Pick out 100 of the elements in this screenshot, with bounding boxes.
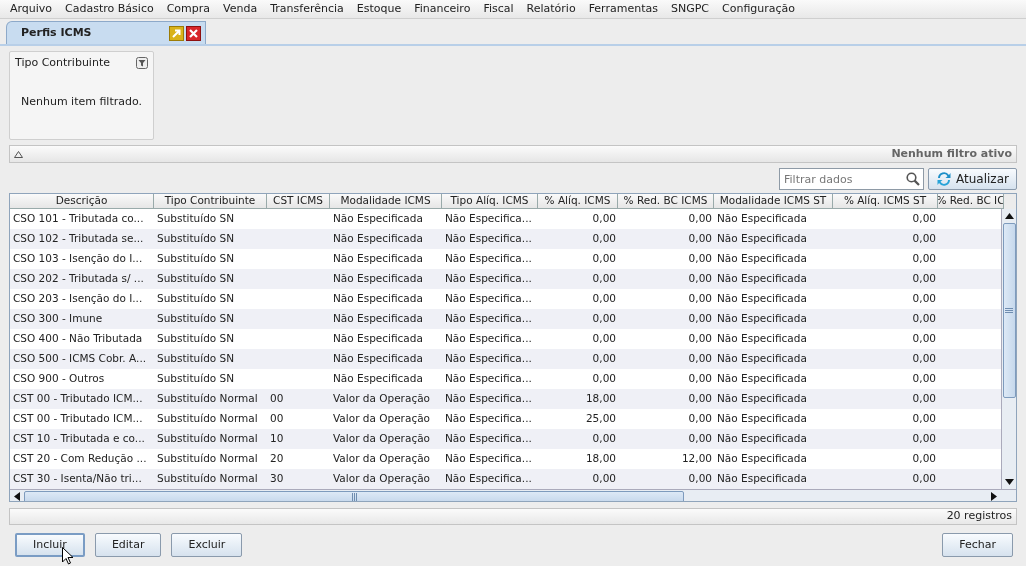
action-button[interactable]: Editar — [94, 533, 162, 557]
table-cell: Substituído Normal — [157, 391, 258, 407]
table-cell: Não Especifica... — [445, 411, 532, 427]
table-cell: Não Especificada — [333, 331, 423, 347]
table-cell: CST 00 - Tributado ICM... — [13, 391, 143, 407]
table-cell: 0,00 — [912, 371, 936, 387]
table-cell: 0,00 — [688, 411, 712, 427]
table-cell: Não Especifica... — [445, 471, 532, 487]
table-cell: Não Especificada — [333, 271, 423, 287]
table-cell: 0,00 — [688, 331, 712, 347]
table-cell: Valor da Operação — [333, 471, 430, 487]
menu-item[interactable]: Estoque — [356, 0, 402, 18]
table-cell: Substituído SN — [157, 331, 235, 347]
horizontal-scrollbar[interactable] — [10, 489, 1016, 501]
table-cell: Substituído Normal — [157, 431, 258, 447]
close-icon[interactable] — [186, 25, 201, 41]
action-button[interactable]: Incluir — [15, 533, 85, 557]
menu-item[interactable]: Venda — [223, 0, 258, 18]
table-cell: 0,00 — [688, 471, 712, 487]
table-cell: Substituído Normal — [157, 411, 258, 427]
column-header[interactable]: Descrição — [10, 194, 154, 209]
table-cell: CSO 900 - Outros — [13, 371, 105, 387]
table-cell: CST 10 - Tributada e co... — [13, 431, 145, 447]
filter-icon[interactable] — [136, 57, 148, 70]
table-cell: CSO 103 - Isenção do I... — [13, 251, 143, 267]
table-cell: Não Especifica... — [445, 251, 532, 267]
table-cell: Não Especificada — [333, 211, 423, 227]
column-header[interactable]: % Alíq. ICMS — [538, 194, 618, 209]
column-header[interactable]: % Alíq. ICMS ST — [833, 194, 938, 209]
table-cell: Não Especificada — [717, 231, 807, 247]
collapse-icon[interactable] — [14, 150, 23, 158]
table-cell: CSO 101 - Tributada co... — [13, 211, 144, 227]
table-cell: 0,00 — [912, 291, 936, 307]
table-cell: 0,00 — [592, 371, 616, 387]
refresh-icon — [936, 171, 953, 187]
menu-item[interactable]: Arquivo — [10, 0, 53, 18]
table-cell: 0,00 — [912, 431, 936, 447]
menu-item[interactable]: Relatório — [526, 0, 576, 18]
menu-item[interactable]: Cadastro Básico — [65, 0, 154, 18]
menu-item[interactable]: Compra — [166, 0, 211, 18]
table-cell: Valor da Operação — [333, 411, 430, 427]
table-cell: Não Especificada — [717, 271, 807, 287]
close-button[interactable]: Fechar — [942, 533, 1013, 557]
column-header[interactable]: Modalidade ICMS — [330, 194, 442, 209]
menu-item[interactable]: Transferência — [270, 0, 344, 18]
grip-icon — [351, 492, 357, 501]
table-cell: Substituído SN — [157, 291, 235, 307]
table-cell: Não Especifica... — [445, 211, 532, 227]
table-cell: 0,00 — [912, 251, 936, 267]
table-cell: 0,00 — [592, 291, 616, 307]
table-cell: Não Especifica... — [445, 431, 532, 447]
table-cell: 12,00 — [681, 451, 712, 467]
table-cell: Valor da Operação — [333, 391, 430, 407]
grip-icon — [1005, 308, 1013, 313]
table-cell: 0,00 — [688, 391, 712, 407]
table-cell: Não Especifica... — [445, 311, 532, 327]
column-header[interactable]: Tipo Contribuinte — [154, 194, 267, 209]
table-cell: 0,00 — [688, 211, 712, 227]
tab[interactable]: Perfis ICMS — [6, 21, 206, 44]
table-cell: 0,00 — [592, 311, 616, 327]
table-cell: 0,00 — [912, 471, 936, 487]
search-icon — [906, 172, 920, 186]
column-header[interactable]: Modalidade ICMS ST — [714, 194, 833, 209]
table-cell: CSO 102 - Tributada se... — [13, 231, 144, 247]
table-cell: Substituído SN — [157, 351, 235, 367]
table-cell: 10 — [270, 431, 284, 447]
table-cell: Substituído SN — [157, 371, 235, 387]
table-cell: 0,00 — [912, 331, 936, 347]
filter-panel-title: Tipo Contribuinte — [15, 55, 110, 71]
table-cell: Não Especificada — [717, 411, 807, 427]
tab-title: Perfis ICMS — [21, 24, 93, 41]
menu-item[interactable]: Fiscal — [483, 0, 514, 18]
table-cell: CST 20 - Com Redução ... — [13, 451, 147, 467]
search-field[interactable]: Filtrar dados — [779, 168, 924, 190]
action-button[interactable]: Excluir — [171, 533, 243, 557]
refresh-button[interactable]: Atualizar — [928, 168, 1017, 190]
table-cell: Não Especificada — [717, 211, 807, 227]
maximize-icon[interactable] — [169, 25, 184, 41]
table-cell: 30 — [270, 471, 284, 487]
table-cell: 0,00 — [688, 311, 712, 327]
menu-item[interactable]: Ferramentas — [588, 0, 658, 18]
column-header[interactable]: Tipo Alíq. ICMS — [442, 194, 538, 209]
vertical-scrollbar[interactable] — [1001, 209, 1016, 489]
table-cell: CSO 203 - Isenção do I... — [13, 291, 143, 307]
menu-item[interactable]: Configuração — [722, 0, 796, 18]
table-cell: 0,00 — [912, 311, 936, 327]
table-cell: Valor da Operação — [333, 451, 430, 467]
column-header[interactable]: CST ICMS — [267, 194, 330, 209]
table-cell: Não Especifica... — [445, 451, 532, 467]
column-header[interactable]: % Red. BC ICMS — [618, 194, 714, 209]
table-cell: Substituído SN — [157, 251, 235, 267]
menu-item[interactable]: SNGPC — [670, 0, 709, 18]
record-count: 20 registros — [946, 508, 1012, 525]
table-cell: Não Especificada — [717, 371, 807, 387]
table-cell: Não Especificada — [333, 351, 423, 367]
table-cell: Não Especifica... — [445, 351, 532, 367]
table-cell: 0,00 — [912, 231, 936, 247]
menu-item[interactable]: Financeiro — [414, 0, 471, 18]
table-cell: 0,00 — [592, 351, 616, 367]
table-cell: Não Especifica... — [445, 231, 532, 247]
